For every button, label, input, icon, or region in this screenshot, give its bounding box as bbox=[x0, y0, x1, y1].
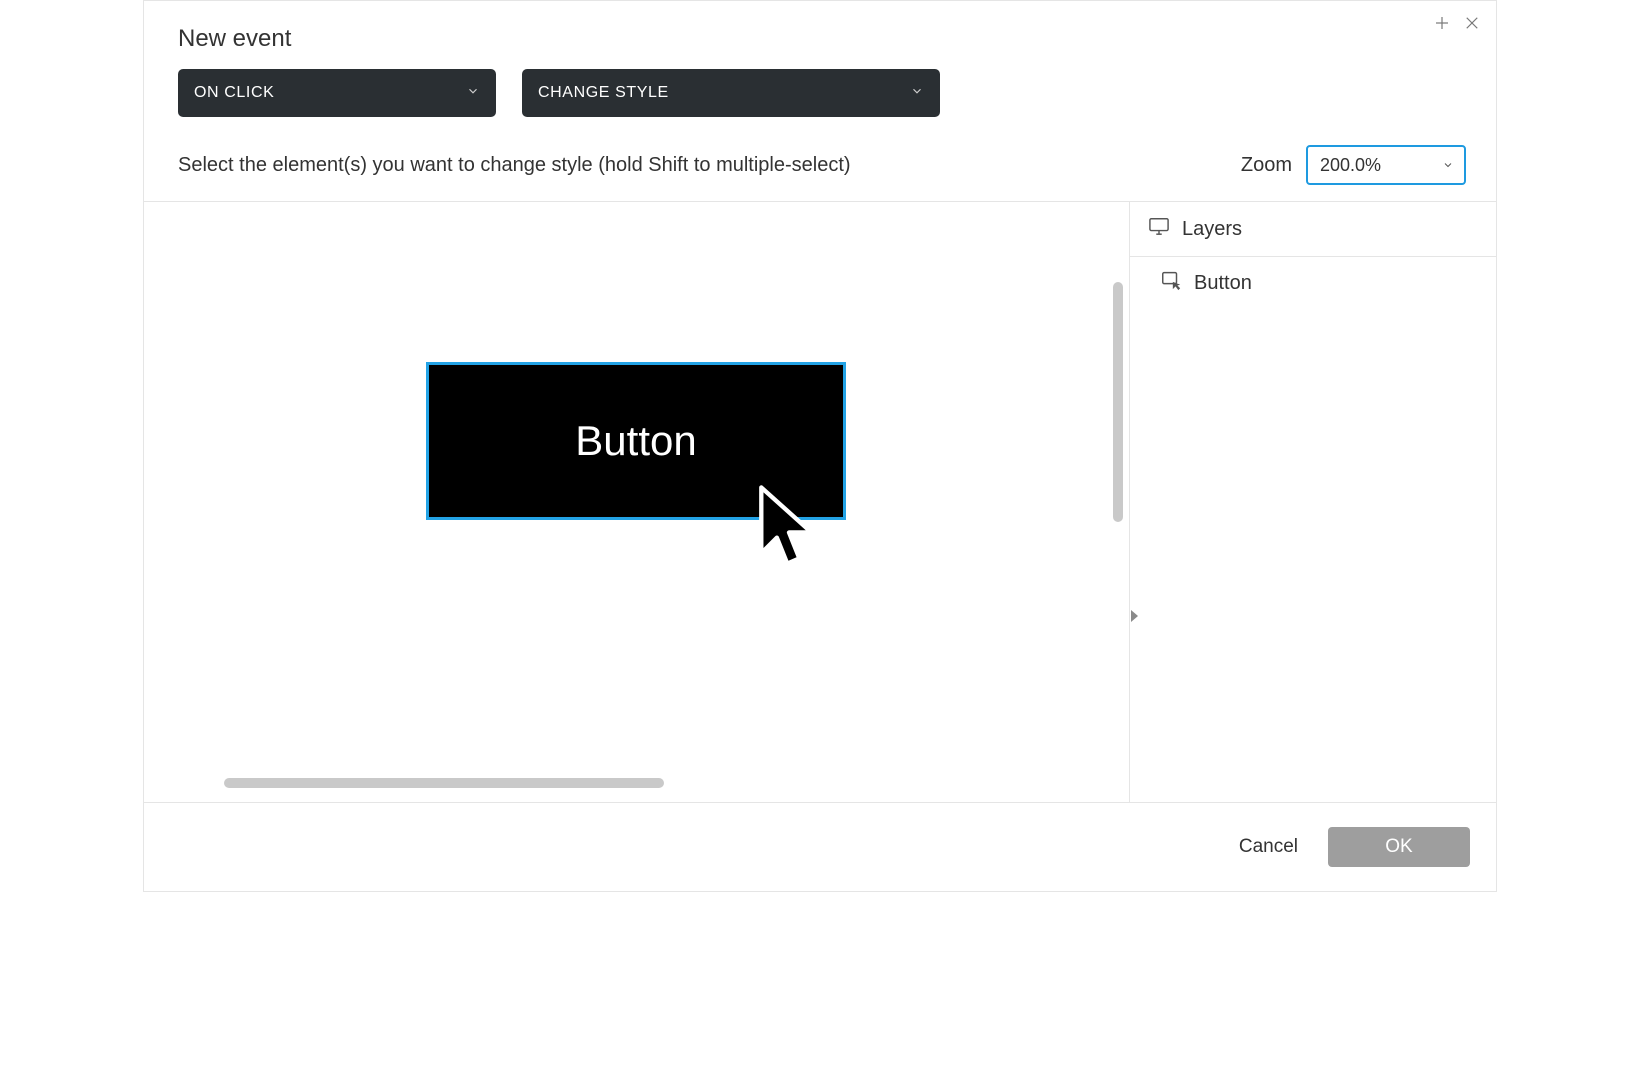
trigger-dropdown[interactable]: ON CLICK bbox=[178, 69, 496, 117]
vertical-scrollbar[interactable] bbox=[1113, 282, 1123, 522]
new-event-dialog: New event ON CLICK CHANGE STYLE Select t… bbox=[143, 0, 1497, 892]
action-dropdown[interactable]: CHANGE STYLE bbox=[522, 69, 940, 117]
horizontal-scrollbar[interactable] bbox=[224, 778, 664, 788]
dialog-header: New event bbox=[144, 1, 1496, 63]
trigger-dropdown-label: ON CLICK bbox=[194, 84, 274, 102]
dialog-footer: Cancel OK bbox=[144, 802, 1496, 891]
zoom-control: Zoom 200.0% bbox=[1241, 145, 1466, 185]
workspace: Button Layers bbox=[144, 201, 1496, 802]
canvas[interactable]: Button bbox=[144, 202, 1130, 802]
add-icon[interactable] bbox=[1432, 13, 1452, 33]
instruction-text: Select the element(s) you want to change… bbox=[178, 154, 851, 177]
instruction-row: Select the element(s) you want to change… bbox=[144, 137, 1496, 201]
canvas-element-label: Button bbox=[575, 417, 696, 465]
header-actions bbox=[1432, 13, 1482, 33]
layers-panel: Layers Button bbox=[1130, 202, 1496, 802]
button-layer-icon bbox=[1160, 269, 1182, 297]
dialog-title: New event bbox=[178, 25, 1462, 53]
layers-title: Layers bbox=[1182, 218, 1242, 241]
zoom-label: Zoom bbox=[1241, 154, 1292, 177]
layer-item-button[interactable]: Button bbox=[1130, 257, 1496, 309]
event-config-row: ON CLICK CHANGE STYLE bbox=[144, 63, 1496, 137]
panel-collapse-handle[interactable] bbox=[1129, 608, 1139, 624]
chevron-down-icon bbox=[910, 84, 924, 103]
layers-header: Layers bbox=[1130, 202, 1496, 257]
close-icon[interactable] bbox=[1462, 13, 1482, 33]
action-dropdown-label: CHANGE STYLE bbox=[538, 84, 669, 102]
ok-button[interactable]: OK bbox=[1328, 827, 1470, 867]
cancel-button[interactable]: Cancel bbox=[1239, 836, 1298, 858]
zoom-value: 200.0% bbox=[1320, 155, 1381, 176]
canvas-element-button[interactable]: Button bbox=[426, 362, 846, 520]
layer-item-label: Button bbox=[1194, 272, 1252, 295]
zoom-select[interactable]: 200.0% bbox=[1306, 145, 1466, 185]
chevron-down-icon bbox=[466, 84, 480, 103]
monitor-icon bbox=[1148, 216, 1170, 242]
